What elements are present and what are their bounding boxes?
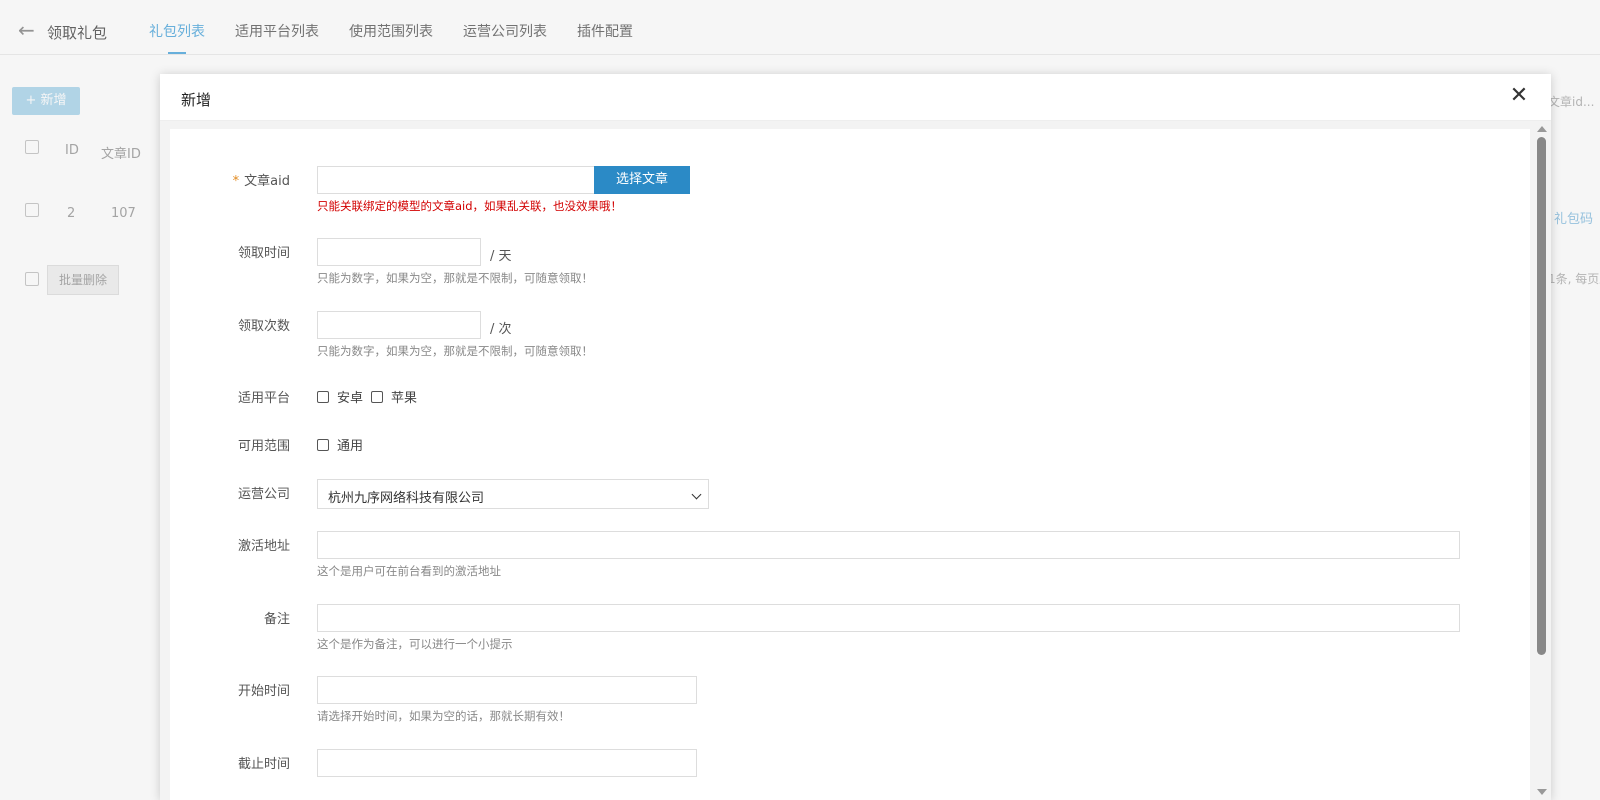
form-container: * 文章aid 选择文章 只能关联绑定的模型的文章aid，如果乱关联，也没效果哦！… [170, 129, 1530, 800]
close-icon[interactable]: ✕ [1507, 84, 1531, 108]
add-modal: 新增 ✕ * 文章aid 选择文章 只能关联绑定的模型的文章aid，如果乱关联，也… [160, 74, 1551, 800]
modal-title: 新增 [181, 91, 212, 109]
field-label: 文章aid [244, 174, 290, 189]
claim-time-input[interactable] [317, 238, 481, 266]
required-mark: * [232, 174, 240, 189]
company-select[interactable]: 杭州九序网络科技有限公司 [317, 479, 709, 509]
field-label: 备注 [263, 612, 290, 627]
field-help: 这个是作为备注，可以进行一个小提示 [317, 637, 513, 651]
article-aid-input[interactable] [317, 166, 595, 194]
scrollbar[interactable] [1533, 121, 1551, 800]
unit-label: / 次 [490, 322, 512, 337]
scroll-thumb[interactable] [1537, 137, 1546, 655]
choose-article-button[interactable]: 选择文章 [594, 166, 690, 194]
selected-company: 杭州九序网络科技有限公司 [328, 491, 485, 506]
scroll-up-icon[interactable] [1537, 126, 1547, 132]
field-label: 领取次数 [237, 319, 290, 334]
modal-header: 新增 ✕ [160, 74, 1551, 121]
field-help: 只能为数字，如果为空，那就是不限制，可随意领取！ [317, 344, 593, 358]
field-label: 截止时间 [237, 757, 290, 772]
field-help: 只能为数字，如果为空，那就是不限制，可随意领取！ [317, 271, 593, 285]
start-time-input[interactable] [317, 676, 697, 704]
end-time-input[interactable] [317, 749, 697, 777]
field-help: 请选择开始时间，如果为空的话，那就长期有效！ [317, 709, 570, 723]
scroll-down-icon[interactable] [1537, 789, 1547, 795]
modal-body: * 文章aid 选择文章 只能关联绑定的模型的文章aid，如果乱关联，也没效果哦！… [160, 121, 1551, 800]
checkbox-label: 安卓 [337, 391, 364, 406]
checkbox-label: 通用 [337, 439, 364, 454]
checkbox-label: 苹果 [391, 391, 418, 406]
field-help: 只能关联绑定的模型的文章aid，如果乱关联，也没效果哦！ [317, 199, 623, 213]
field-label: 开始时间 [237, 684, 290, 699]
field-label: 激活地址 [237, 539, 290, 554]
field-help: 这个是用户可在前台看到的激活地址 [317, 564, 501, 578]
field-label: 可用范围 [237, 439, 290, 454]
field-label: 领取时间 [237, 246, 290, 261]
unit-label: / 天 [490, 249, 512, 264]
general-checkbox[interactable] [317, 438, 329, 451]
field-label: 运营公司 [237, 487, 290, 502]
field-label: 适用平台 [237, 391, 290, 406]
activation-url-input[interactable] [317, 531, 1460, 559]
android-checkbox[interactable] [317, 390, 329, 403]
claim-count-input[interactable] [317, 311, 481, 339]
remark-input[interactable] [317, 604, 1460, 632]
apple-checkbox[interactable] [371, 390, 384, 403]
chevron-down-icon [691, 489, 702, 500]
